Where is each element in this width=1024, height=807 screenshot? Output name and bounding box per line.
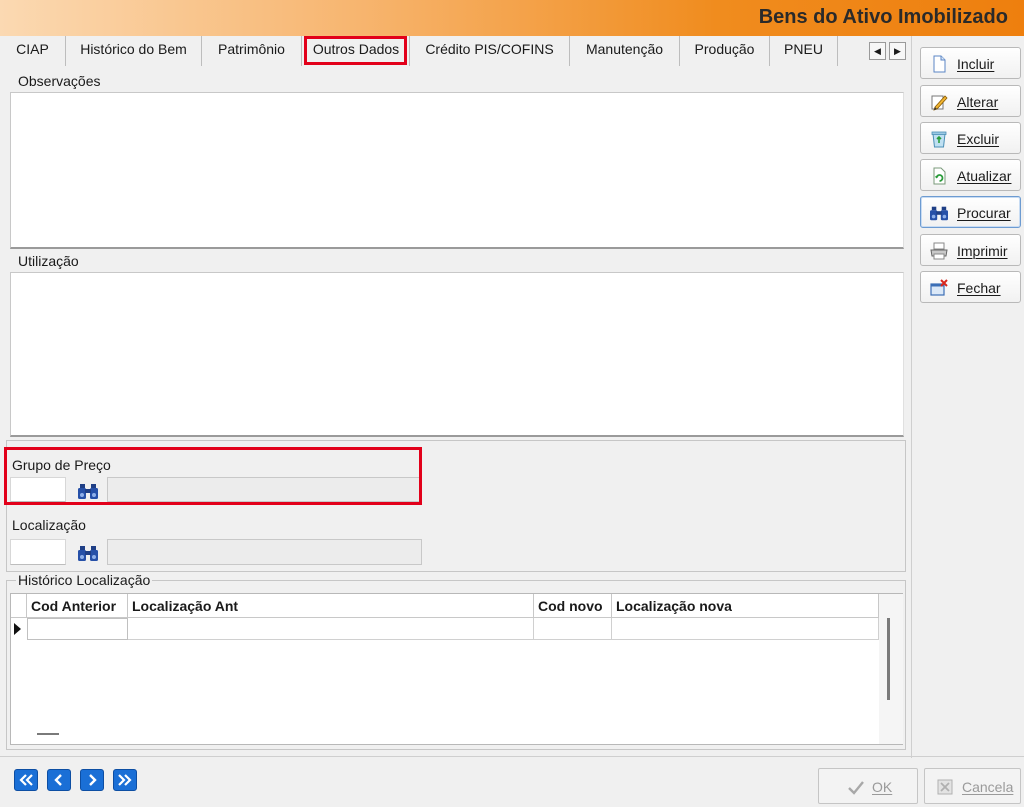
chevron-left-icon xyxy=(54,774,62,786)
recycle-bin-icon xyxy=(931,131,947,148)
grid-vertical-scroll-thumb[interactable] xyxy=(887,618,890,700)
observacoes-textarea[interactable] xyxy=(10,92,904,249)
grupo-preco-search-icon[interactable] xyxy=(78,482,98,500)
cancel-icon xyxy=(937,779,953,795)
cancela-button[interactable]: Cancela xyxy=(924,768,1021,804)
fechar-button[interactable]: Fechar xyxy=(920,271,1021,303)
current-row-indicator-icon xyxy=(14,623,21,635)
edit-pencil-icon xyxy=(931,95,948,111)
new-document-icon xyxy=(933,55,946,73)
grid-col-cod-novo[interactable]: Cod novo xyxy=(534,594,612,618)
table-cell[interactable] xyxy=(27,618,128,640)
utilizacao-label: Utilização xyxy=(16,253,81,269)
utilizacao-textarea[interactable] xyxy=(10,272,904,437)
tab-ciap[interactable]: CIAP xyxy=(0,36,66,66)
grid-col-localizacao-ant[interactable]: Localização Ant xyxy=(128,594,534,618)
double-chevron-left-icon xyxy=(19,774,33,786)
tab-outros-dados[interactable]: Outros Dados xyxy=(303,36,410,66)
grid-horizontal-scroll-thumb[interactable] xyxy=(37,733,59,735)
table-cell[interactable] xyxy=(128,618,534,640)
table-cell[interactable] xyxy=(534,618,612,640)
tab-manutencao[interactable]: Manutenção xyxy=(570,36,680,66)
tab-historico-do-bem[interactable]: Histórico do Bem xyxy=(66,36,202,66)
localizacao-label: Localização xyxy=(12,517,86,533)
tab-patrimonio[interactable]: Patrimônio xyxy=(202,36,302,66)
excluir-button[interactable]: Excluir xyxy=(920,122,1021,154)
previous-record-button[interactable] xyxy=(47,769,71,791)
tab-producao[interactable]: Produção xyxy=(680,36,770,66)
grupo-preco-label: Grupo de Preço xyxy=(12,457,111,473)
grid-col-cod-anterior[interactable]: Cod Anterior xyxy=(27,594,128,618)
tab-credito-pis-cofins[interactable]: Crédito PIS/COFINS xyxy=(410,36,570,66)
grid-scroll-track xyxy=(879,594,903,744)
alterar-button[interactable]: Alterar xyxy=(920,85,1021,117)
close-window-icon xyxy=(930,279,948,296)
double-chevron-right-icon xyxy=(118,774,132,786)
refresh-icon xyxy=(933,167,946,185)
window-titlebar: Bens do Ativo Imobilizado xyxy=(0,0,1024,36)
tab-scroll-left-icon[interactable]: ◀ xyxy=(869,42,886,60)
atualizar-button[interactable]: Atualizar xyxy=(920,159,1021,191)
panel-divider xyxy=(911,36,912,758)
historico-grid[interactable]: Cod Anterior Localização Ant Cod novo Lo… xyxy=(10,593,903,745)
last-record-button[interactable] xyxy=(113,769,137,791)
grupo-preco-description xyxy=(107,477,421,502)
tab-pneu[interactable]: PNEU xyxy=(770,36,838,66)
tab-scroll-right-icon[interactable]: ▶ xyxy=(889,42,906,60)
footer-divider xyxy=(0,756,1024,757)
ok-button[interactable]: OK xyxy=(818,768,918,804)
localizacao-code-input[interactable] xyxy=(10,539,66,565)
chevron-right-icon xyxy=(89,774,97,786)
window-title: Bens do Ativo Imobilizado xyxy=(758,6,1008,28)
incluir-button[interactable]: Incluir xyxy=(920,47,1021,79)
next-record-button[interactable] xyxy=(80,769,104,791)
printer-icon xyxy=(930,242,948,260)
localizacao-search-icon[interactable] xyxy=(78,544,98,562)
historico-label: Histórico Localização xyxy=(16,572,153,588)
first-record-button[interactable] xyxy=(14,769,38,791)
binoculars-icon xyxy=(930,206,948,221)
grid-col-localizacao-nova[interactable]: Localização nova xyxy=(612,594,879,618)
grupo-preco-code-input[interactable] xyxy=(10,477,66,502)
observacoes-label: Observações xyxy=(16,73,103,89)
tab-strip: CIAP Histórico do Bem Patrimônio Outros … xyxy=(0,36,912,66)
imprimir-button[interactable]: Imprimir xyxy=(920,234,1021,266)
table-cell[interactable] xyxy=(612,618,879,640)
grid-indicator-header xyxy=(11,594,27,618)
check-icon xyxy=(848,781,864,795)
localizacao-description xyxy=(107,539,422,565)
procurar-button[interactable]: Procurar xyxy=(920,196,1021,228)
